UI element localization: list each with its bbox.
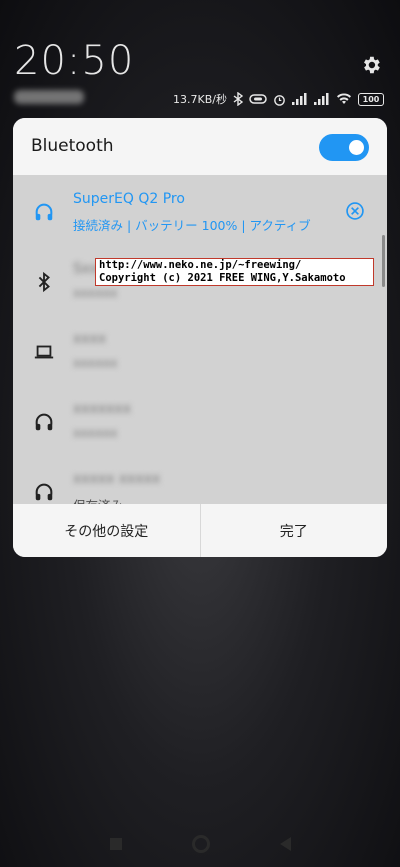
device-status-blurred: xxxxxx — [73, 355, 118, 370]
watermark-line-1: http://www.neko.ne.jp/~freewing/ — [99, 259, 302, 271]
device-status: 保存済み — [73, 495, 123, 504]
recents-icon[interactable] — [109, 837, 122, 850]
device-name-blurred: xxxx — [73, 331, 107, 347]
battery-indicator: 100 — [358, 92, 384, 106]
headset-icon — [35, 203, 53, 221]
other-settings-button[interactable]: その他の設定 — [13, 504, 200, 557]
device-name-blurred: xxxxx xxxxx — [73, 471, 161, 487]
laptop-icon — [34, 345, 54, 359]
device-item[interactable]: xxxxx xxxxx 保存済み — [13, 455, 387, 504]
device-item[interactable]: xxxx xxxxxx — [13, 315, 387, 385]
device-name-blurred: xxxxxxx — [73, 401, 131, 417]
bluetooth-toggle[interactable] — [319, 134, 369, 161]
device-status-blurred: xxxxxx — [73, 285, 118, 300]
settings-gear-icon[interactable] — [360, 54, 382, 76]
panel-header: Bluetooth — [13, 118, 387, 175]
date-text-blurred — [14, 90, 84, 104]
done-button[interactable]: 完了 — [201, 504, 388, 557]
alarm-icon — [274, 94, 285, 106]
nfc-icon — [249, 94, 267, 104]
home-icon[interactable] — [191, 834, 210, 853]
signal-icon-2 — [314, 93, 329, 105]
panel-title: Bluetooth — [31, 136, 114, 156]
device-name: SuperEQ Q2 Pro — [73, 191, 185, 207]
toggle-knob — [349, 140, 364, 155]
device-status-blurred: xxxxxx — [73, 425, 118, 440]
wifi-icon — [337, 93, 351, 104]
bluetooth-icon — [38, 271, 50, 293]
device-list[interactable]: SuperEQ Q2 Pro 接続済み | バッテリー 100% | アクティブ… — [13, 175, 387, 504]
device-status: 接続済み | バッテリー 100% | アクティブ — [73, 218, 311, 233]
network-speed: 13.7KB/秒 — [173, 93, 227, 106]
headset-icon — [35, 413, 53, 431]
watermark-line-2: Copyright (c) 2021 FREE WING,Y.Sakamoto — [99, 272, 346, 284]
device-item-superEQ[interactable]: SuperEQ Q2 Pro 接続済み | バッテリー 100% | アクティブ — [13, 175, 387, 245]
bluetooth-status-icon — [233, 92, 243, 106]
copyright-watermark: http://www.neko.ne.jp/~freewing/ Copyrig… — [95, 258, 374, 286]
panel-footer: その他の設定 完了 — [13, 504, 387, 557]
bluetooth-panel: Bluetooth SuperEQ Q2 Pro 接続済み | バッテリー 10… — [13, 118, 387, 557]
disconnect-icon[interactable] — [345, 201, 365, 221]
back-icon[interactable] — [279, 836, 291, 851]
status-bar: 13.7KB/秒 100 — [173, 90, 384, 108]
device-item[interactable]: xxxxxxx xxxxxx — [13, 385, 387, 455]
clock: 20:50 — [14, 38, 135, 84]
headset-icon — [35, 483, 53, 501]
signal-icon — [292, 93, 307, 105]
navigation-bar — [0, 820, 400, 867]
